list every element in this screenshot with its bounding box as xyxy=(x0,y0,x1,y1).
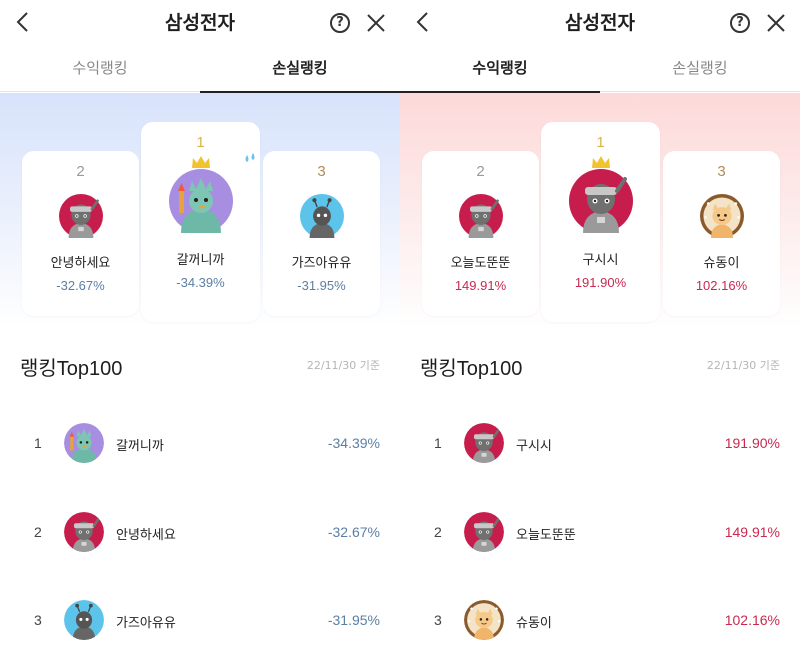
podium-card-rank-2[interactable]: 2 안녕하세요 -32.67% xyxy=(22,151,139,316)
podium-return-rate: 149.91% xyxy=(454,278,507,293)
alien-avatar xyxy=(64,600,104,640)
podium-card-rank-3[interactable]: 3 가즈아유유 -31.95% xyxy=(263,151,380,316)
app-header: 삼성전자 ? xyxy=(400,0,800,45)
list-item[interactable]: 1 구시시 191.90% xyxy=(400,423,800,467)
tab-loss-ranking[interactable]: 손실랭킹 xyxy=(200,45,400,93)
profit-ranking-panel: 삼성전자 ? 수익랭킹 손실랭킹 2 오늘도뚠뚠 149.91% 3 슈동이 1… xyxy=(400,0,800,651)
cat-avatar xyxy=(464,600,504,640)
podium-rank-number: 2 xyxy=(76,163,85,180)
sweat-drops-icon xyxy=(245,153,254,162)
loss-ranking-panel: 삼성전자 ? 수익랭킹 손실랭킹 2 안녕하세요 -32.67% 3 가즈아유유… xyxy=(0,0,400,651)
podium-card-rank-1[interactable]: 1 구시시 191.90% xyxy=(541,122,660,322)
reference-date: 22/11/30 기준 xyxy=(706,359,780,372)
list-rank: 1 xyxy=(434,435,442,451)
podium-nickname: 슈동이 xyxy=(703,256,740,271)
list-item[interactable]: 3 가즈아유유 -31.95% xyxy=(0,600,400,644)
list-return-rate: 191.90% xyxy=(724,435,780,451)
list-rank: 3 xyxy=(34,612,42,628)
robot-avatar xyxy=(459,194,503,238)
list-return-rate: 149.91% xyxy=(724,524,780,540)
robot-avatar xyxy=(59,194,103,238)
robot-avatar xyxy=(464,423,504,463)
robot-avatar xyxy=(64,512,104,552)
list-nickname: 오늘도뚠뚠 xyxy=(516,528,576,543)
statue-avatar xyxy=(169,153,254,233)
podium-nickname: 안녕하세요 xyxy=(50,256,111,271)
podium-nickname: 구시시 xyxy=(582,253,619,268)
podium-return-rate: 102.16% xyxy=(695,278,748,293)
robot-avatar xyxy=(464,512,504,552)
podium-rank-number: 3 xyxy=(317,163,326,180)
list-item[interactable]: 3 슈동이 102.16% xyxy=(400,600,800,644)
reference-date: 22/11/30 기준 xyxy=(306,359,380,372)
list-item[interactable]: 1 갈꺼니까 -34.39% xyxy=(0,423,400,467)
podium-card-rank-1[interactable]: 1 갈꺼니까 -34.39% xyxy=(141,122,260,322)
close-icon[interactable] xyxy=(766,13,786,33)
list-return-rate: 102.16% xyxy=(724,612,780,628)
podium-return-rate: -32.67% xyxy=(56,278,105,293)
section-title: 랭킹Top100 xyxy=(420,358,523,380)
alien-avatar xyxy=(300,194,344,238)
tab-loss-ranking[interactable]: 손실랭킹 xyxy=(600,45,800,92)
list-item[interactable]: 2 오늘도뚠뚠 149.91% xyxy=(400,512,800,556)
crown-icon xyxy=(191,156,210,168)
podium-rank-number: 3 xyxy=(717,163,726,180)
ranking-tabs: 수익랭킹 손실랭킹 xyxy=(400,45,800,93)
podium-return-rate: -31.95% xyxy=(297,278,346,293)
ranking-tabs: 수익랭킹 손실랭킹 xyxy=(0,45,400,93)
list-rank: 1 xyxy=(34,435,42,451)
tab-profit-ranking[interactable]: 수익랭킹 xyxy=(400,45,600,93)
list-nickname: 안녕하세요 xyxy=(116,528,176,543)
podium-nickname: 갈꺼니까 xyxy=(176,253,225,268)
podium-return-rate: -34.39% xyxy=(176,275,225,290)
robot-avatar xyxy=(569,156,633,233)
section-title: 랭킹Top100 xyxy=(20,358,123,380)
tab-profit-ranking[interactable]: 수익랭킹 xyxy=(0,45,200,92)
list-item[interactable]: 2 안녕하세요 -32.67% xyxy=(0,512,400,556)
podium-rank-number: 2 xyxy=(476,163,485,180)
cat-avatar xyxy=(700,194,744,238)
help-icon[interactable]: ? xyxy=(730,13,750,33)
podium-rank-number: 1 xyxy=(596,134,605,151)
crown-icon xyxy=(591,156,610,168)
list-rank: 2 xyxy=(434,524,442,540)
close-icon[interactable] xyxy=(366,13,386,33)
list-nickname: 슈동이 xyxy=(516,616,552,631)
podium-card-rank-2[interactable]: 2 오늘도뚠뚠 149.91% xyxy=(422,151,539,316)
help-icon[interactable]: ? xyxy=(330,13,350,33)
list-return-rate: -32.67% xyxy=(327,524,380,540)
list-nickname: 구시시 xyxy=(516,439,552,454)
list-nickname: 가즈아유유 xyxy=(116,616,176,631)
podium-nickname: 오늘도뚠뚠 xyxy=(450,256,511,271)
podium-card-rank-3[interactable]: 3 슈동이 102.16% xyxy=(663,151,780,316)
list-rank: 3 xyxy=(434,612,442,628)
podium-return-rate: 191.90% xyxy=(574,275,627,290)
list-rank: 2 xyxy=(34,524,42,540)
list-return-rate: -31.95% xyxy=(327,612,380,628)
list-return-rate: -34.39% xyxy=(327,435,380,451)
app-header: 삼성전자 ? xyxy=(0,0,400,45)
list-nickname: 갈꺼니까 xyxy=(116,439,164,454)
statue-avatar xyxy=(64,423,104,463)
podium-nickname: 가즈아유유 xyxy=(291,256,352,271)
podium-rank-number: 1 xyxy=(196,134,205,151)
